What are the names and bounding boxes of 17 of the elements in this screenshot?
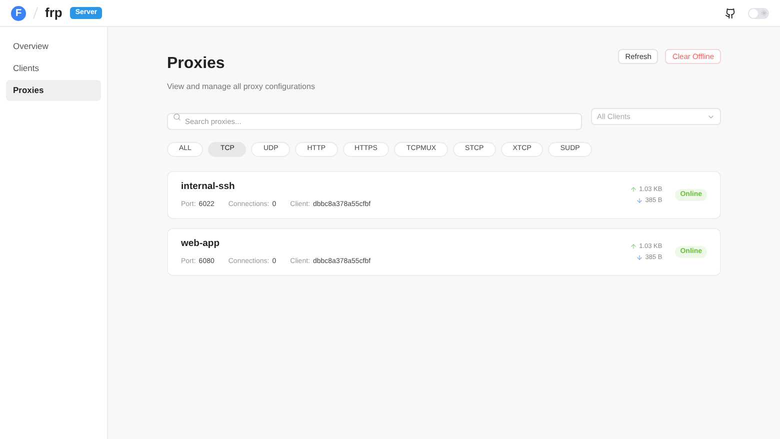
sidebar-item[interactable]: Overview xyxy=(6,36,101,57)
search-icon xyxy=(173,112,181,120)
page-subtitle: View and manage all proxy configurations xyxy=(167,81,315,93)
upload-arrow-icon xyxy=(630,186,638,194)
sun-icon xyxy=(761,10,767,16)
page-title: Proxies xyxy=(167,54,226,74)
logo-icon: F xyxy=(11,6,26,20)
sidebar-item[interactable]: Proxies xyxy=(6,80,101,101)
download-arrow-icon xyxy=(636,196,644,204)
download-arrow-icon xyxy=(636,254,644,261)
theme-toggle[interactable] xyxy=(748,8,769,18)
github-icon[interactable] xyxy=(725,8,736,18)
proxy-name: web-app xyxy=(181,236,221,251)
app-title: frp xyxy=(45,4,62,22)
proxy-name: internal-ssh xyxy=(181,180,236,194)
upload-arrow-icon xyxy=(630,243,638,250)
sidebar-item[interactable]: Clients xyxy=(6,58,101,79)
